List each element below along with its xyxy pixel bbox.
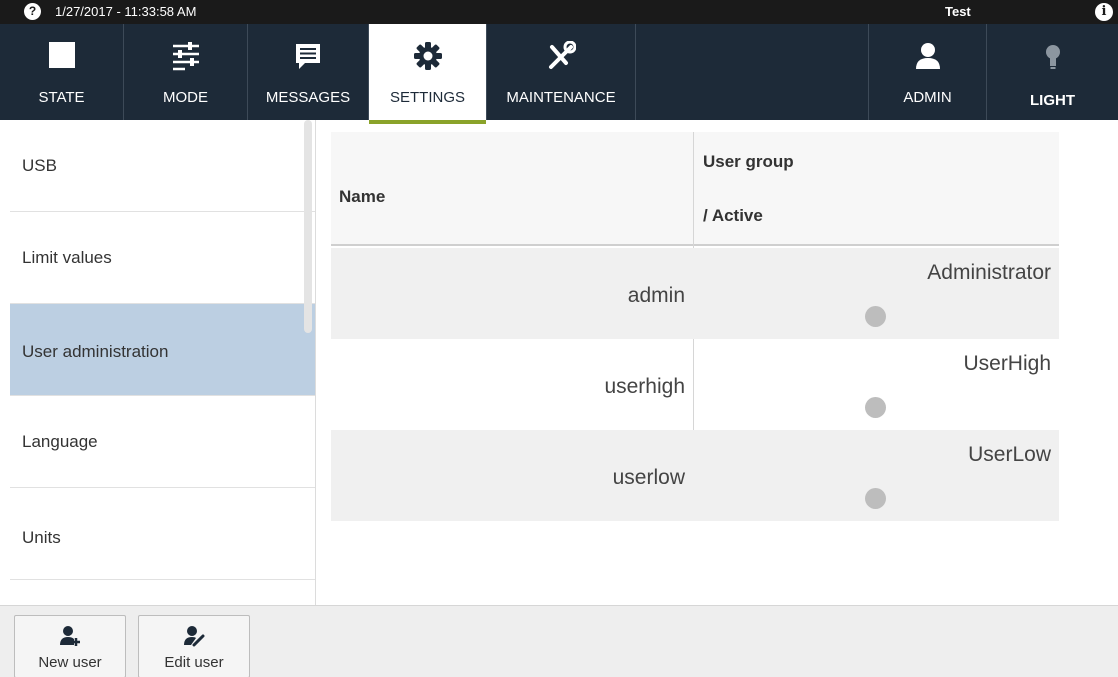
active-indicator (865, 397, 886, 418)
tab-state-label: STATE (38, 89, 85, 106)
add-user-icon (60, 626, 80, 646)
tab-state[interactable]: STATE (0, 24, 124, 120)
sidebar-item-label: Language (22, 432, 98, 451)
user-icon (915, 43, 940, 69)
user-group-cell: UserHigh (963, 352, 1051, 375)
admin-label: ADMIN (903, 89, 952, 106)
current-username: Test (945, 4, 971, 19)
sidebar-item-user-administration[interactable]: User administration (10, 304, 315, 396)
edit-user-icon (184, 626, 205, 647)
tab-mode-label: MODE (163, 89, 208, 106)
column-header-name[interactable]: Name (339, 187, 385, 207)
sidebar-item-label: USB (22, 156, 57, 175)
tab-maintenance[interactable]: MAINTENANCE (487, 24, 636, 120)
new-user-button[interactable]: New user (14, 615, 126, 677)
main-nav-bar: STATE MODE MESSAGES SETTINGS MAINTENANCE… (0, 24, 1118, 124)
bottom-toolbar: New user Edit user (0, 605, 1118, 677)
new-user-label: New user (38, 654, 102, 671)
column-header-active: / Active (703, 206, 763, 225)
settings-sidebar: USB Limit values User administration Lan… (10, 120, 316, 606)
tab-settings[interactable]: SETTINGS (369, 24, 487, 124)
user-name-cell: admin (627, 284, 685, 307)
column-header-user-group[interactable]: User group (703, 152, 794, 172)
table-row[interactable]: admin Administrator (331, 248, 1059, 339)
sidebar-item-language[interactable]: Language (10, 396, 315, 488)
tab-mode[interactable]: MODE (124, 24, 248, 120)
tab-settings-label: SETTINGS (389, 89, 465, 106)
gear-icon (413, 42, 442, 70)
user-group-cell: Administrator (927, 261, 1051, 284)
tab-maintenance-label: MAINTENANCE (506, 89, 616, 106)
table-row[interactable]: userhigh UserHigh (331, 339, 1059, 430)
light-label: LIGHT (1030, 92, 1075, 109)
sidebar-scrollbar[interactable] (304, 120, 312, 333)
datetime-display: 1/27/2017 - 11:33:58 AM (55, 4, 197, 19)
tab-messages-label: MESSAGES (265, 89, 351, 106)
edit-user-label: Edit user (164, 654, 224, 671)
active-indicator (865, 488, 886, 509)
help-icon[interactable]: ? (24, 3, 41, 20)
tools-icon (549, 41, 576, 69)
sidebar-item-label: User administration (22, 342, 169, 361)
sidebar-item-label: Units (22, 528, 61, 547)
table-row[interactable]: userlow UserLow (331, 430, 1059, 521)
user-name-cell: userlow (612, 466, 685, 489)
admin-user-button[interactable]: ADMIN (868, 24, 986, 120)
sidebar-item-usb[interactable]: USB (10, 120, 315, 212)
table-header: Name User group / Active (331, 132, 1059, 246)
active-indicator (865, 306, 886, 327)
sliders-icon (172, 42, 199, 71)
light-button[interactable]: LIGHT (986, 24, 1118, 120)
tab-messages[interactable]: MESSAGES (248, 24, 369, 120)
status-bar: ? 1/27/2017 - 11:33:58 AM Test i (0, 0, 1118, 24)
sidebar-item-limit-values[interactable]: Limit values (10, 212, 315, 304)
info-icon[interactable]: i (1095, 3, 1113, 21)
message-icon (296, 44, 320, 69)
square-icon (48, 42, 75, 68)
edit-user-button[interactable]: Edit user (138, 615, 250, 677)
sidebar-item-units[interactable]: Units (10, 488, 315, 580)
user-group-cell: UserLow (968, 443, 1051, 466)
lightbulb-icon (1045, 45, 1060, 69)
user-name-cell: userhigh (604, 375, 685, 398)
sidebar-item-label: Limit values (22, 248, 112, 267)
